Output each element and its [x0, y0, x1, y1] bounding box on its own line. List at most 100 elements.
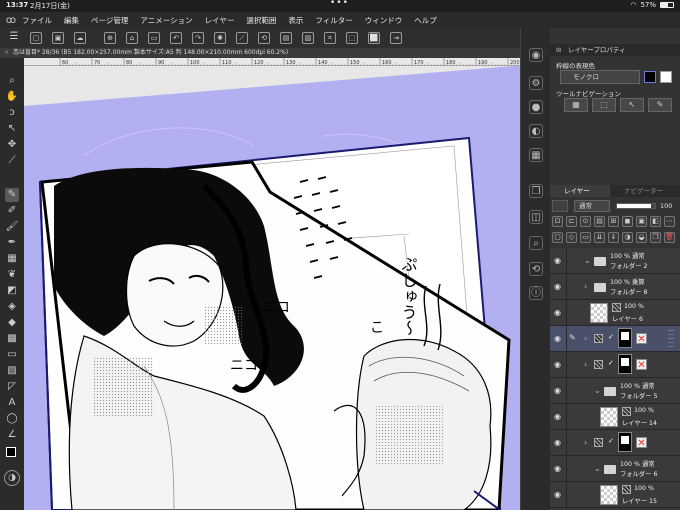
eraser-tool-icon[interactable]: ◩: [5, 284, 19, 298]
color-mode-select[interactable]: モノクロ: [560, 70, 640, 84]
drawing-canvas[interactable]: ぷしゅう〜 ニコ ニコ こ: [24, 66, 520, 510]
rotate-icon[interactable]: ⟲: [258, 32, 270, 44]
visibility-eye-icon[interactable]: ◉: [554, 334, 561, 343]
menu-window[interactable]: ウィンドウ: [365, 15, 403, 26]
opacity-slider[interactable]: [616, 203, 656, 209]
airbrush-tool-icon[interactable]: ✒: [5, 236, 19, 250]
history-icon[interactable]: ⟲: [529, 262, 543, 276]
layer-row[interactable]: ◉ 100 % レイヤー 6: [550, 300, 680, 326]
visibility-eye-icon[interactable]: ◉: [554, 464, 561, 473]
material-icon[interactable]: ❒: [529, 184, 543, 198]
color-swatch-icon[interactable]: [5, 446, 19, 460]
add-mask-icon[interactable]: ◑: [622, 232, 633, 243]
ref-icon[interactable]: ⊙: [580, 216, 591, 227]
duplicate-icon[interactable]: ❐: [650, 232, 661, 243]
pen-tool-icon[interactable]: ✎: [5, 188, 19, 202]
cloud-icon[interactable]: ☁: [74, 32, 86, 44]
document-tab[interactable]: × 恋は盲目* 28/36 (B5 182.00×257.00mm 製本サイズ:A…: [0, 48, 520, 58]
new-raster-layer-icon[interactable]: ▢: [552, 232, 563, 243]
gradient-tool-icon[interactable]: ▩: [5, 332, 19, 346]
nav-pen-button[interactable]: ✎: [648, 98, 672, 112]
visibility-eye-icon[interactable]: ◉: [554, 438, 561, 447]
visibility-eye-icon[interactable]: ◉: [554, 308, 561, 317]
visibility-eye-icon[interactable]: ◉: [554, 386, 561, 395]
merge-down-icon[interactable]: ⇓: [608, 232, 619, 243]
loading-icon[interactable]: ✺: [214, 32, 226, 44]
blend-tool-icon[interactable]: ◈: [5, 300, 19, 314]
white-swatch[interactable]: [660, 71, 672, 83]
chevron-right-icon[interactable]: ›: [584, 438, 587, 447]
menu-animation[interactable]: アニメーション: [140, 15, 192, 26]
brush-size-icon[interactable]: ●: [529, 100, 543, 114]
ruler-off-icon[interactable]: ✕: [636, 437, 647, 449]
redo-icon[interactable]: ↷: [192, 32, 204, 44]
modifier-key-icon[interactable]: ◑: [4, 470, 20, 486]
text-tool-icon[interactable]: A: [5, 396, 19, 410]
layer-mask-thumbnail[interactable]: [618, 328, 632, 348]
hand-tool-icon[interactable]: ✋: [5, 90, 19, 104]
app-logo-icon[interactable]: ꝏ: [0, 15, 22, 26]
deselect-icon[interactable]: ⬜: [368, 32, 380, 44]
layer-row[interactable]: ◉ › 100 % 乗算 フォルダー 8: [550, 274, 680, 300]
brush-tool-icon[interactable]: 🖌: [5, 220, 19, 234]
visibility-eye-icon[interactable]: ◉: [554, 282, 561, 291]
sub-view-icon[interactable]: ◫: [529, 210, 543, 224]
layer-row[interactable]: ◉ › ✓ ✕: [550, 352, 680, 378]
apply-mask-icon[interactable]: ◒: [636, 232, 647, 243]
lasso-tool-icon[interactable]: ↄ: [5, 106, 19, 120]
blend-mode-select[interactable]: 通常: [574, 200, 610, 212]
clear-icon[interactable]: ▨: [302, 32, 314, 44]
figure-tool-icon[interactable]: ▭: [5, 348, 19, 362]
layer-mask-thumbnail[interactable]: [618, 432, 632, 452]
select-all-icon[interactable]: ⬚: [346, 32, 358, 44]
visibility-eye-icon[interactable]: ◉: [554, 256, 561, 265]
ruler-range-icon[interactable]: ▣: [636, 216, 647, 227]
menu-edit[interactable]: 編集: [64, 15, 79, 26]
layer-option-box[interactable]: [552, 200, 568, 212]
save-icon[interactable]: ▭: [148, 32, 160, 44]
new-file-icon[interactable]: ▢: [30, 32, 42, 44]
decoration-tool-icon[interactable]: ❦: [5, 268, 19, 282]
layer-property-header[interactable]: ⊞ レイヤープロパティ: [550, 44, 680, 56]
tab-layers[interactable]: レイヤー: [550, 185, 610, 197]
close-tab-icon[interactable]: ×: [4, 49, 9, 56]
color-wheel-icon[interactable]: ◐: [529, 124, 543, 138]
clip-icon[interactable]: ⊏: [566, 216, 577, 227]
layer-row[interactable]: ◉ ✎ › ✓ ✕: [550, 326, 680, 352]
more-icon[interactable]: ⋯: [664, 216, 675, 227]
black-swatch[interactable]: [644, 71, 656, 83]
draft-icon[interactable]: ▤: [594, 216, 605, 227]
frame-tool-icon[interactable]: ▧: [5, 364, 19, 378]
multitask-dots-icon[interactable]: •••: [330, 0, 349, 8]
chevron-down-icon[interactable]: ⌄: [584, 256, 591, 265]
ruler-tool-icon[interactable]: ◸: [5, 380, 19, 394]
layer-row[interactable]: ◉ 100 % レイヤー 14: [550, 404, 680, 430]
transfer-down-icon[interactable]: ⇊: [594, 232, 605, 243]
search-layer-icon[interactable]: ⌕: [529, 236, 543, 250]
info-icon[interactable]: ⓘ: [529, 286, 543, 300]
nav-layer-property-button[interactable]: ▦: [564, 98, 588, 112]
menu-help[interactable]: ヘルプ: [414, 15, 437, 26]
visibility-eye-icon[interactable]: ◉: [554, 490, 561, 499]
fill-icon[interactable]: ▤: [280, 32, 292, 44]
tool-property-icon[interactable]: ⚙: [529, 76, 543, 90]
menu-layer[interactable]: レイヤー: [205, 15, 235, 26]
new-folder-icon[interactable]: ▭: [580, 232, 591, 243]
menu-file[interactable]: ファイル: [22, 15, 52, 26]
fill-tool-icon[interactable]: ◆: [5, 316, 19, 330]
visibility-eye-icon[interactable]: ◉: [554, 360, 561, 369]
operation-tool-icon[interactable]: ↖: [5, 122, 19, 136]
chevron-right-icon[interactable]: ›: [584, 282, 587, 291]
texture-tool-icon[interactable]: ▦: [5, 252, 19, 266]
chevron-right-icon[interactable]: ›: [584, 360, 587, 369]
crop-icon[interactable]: ⌗: [324, 32, 336, 44]
chevron-right-icon[interactable]: ›: [584, 334, 587, 343]
layer-row[interactable]: ◉ ⌄ 100 % 通常 フォルダー 2: [550, 248, 680, 274]
layer-mask-thumbnail[interactable]: [618, 354, 632, 374]
nav-move-button[interactable]: ↖: [620, 98, 644, 112]
balloon-tool-icon[interactable]: ◯: [5, 412, 19, 426]
mask-enable-icon[interactable]: ◼: [622, 216, 633, 227]
layer-row[interactable]: ◉ ⌄ 100 % 通常 フォルダー 5: [550, 378, 680, 404]
ruler-off-icon[interactable]: ✕: [636, 333, 647, 345]
layer-color-icon[interactable]: ◧: [650, 216, 661, 227]
